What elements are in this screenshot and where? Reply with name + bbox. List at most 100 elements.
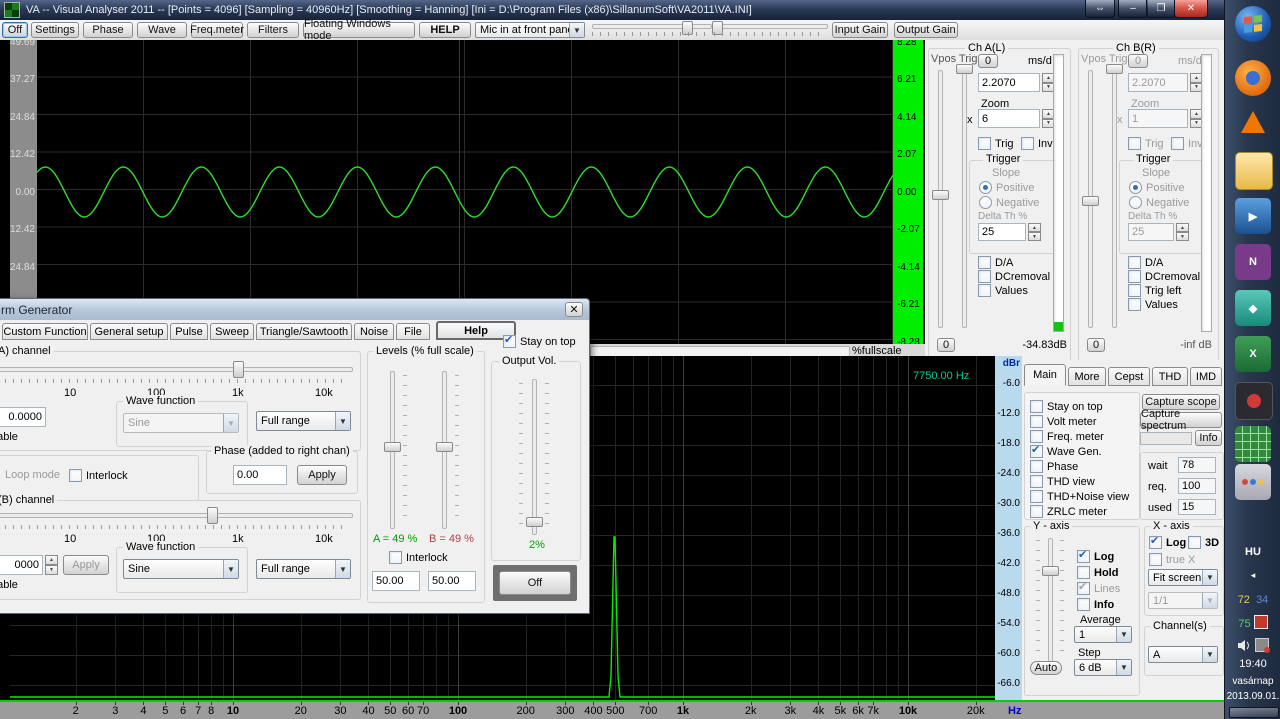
clock-time[interactable]: 19:40 [1225, 658, 1280, 670]
level-reset-button-b[interactable]: 0 [1087, 338, 1105, 352]
language-indicator[interactable]: HU [1225, 546, 1280, 558]
trig-checkbox-b[interactable]: Trig [1128, 137, 1164, 150]
wait-field[interactable]: 78 [1178, 457, 1216, 473]
phase-button[interactable]: Phase [83, 22, 133, 38]
y-info-checkbox[interactable]: Info [1077, 598, 1114, 611]
slope-positive-a[interactable]: Positive [979, 181, 1035, 194]
dcremoval-checkbox-b[interactable]: DCremoval [1128, 270, 1200, 283]
phase-checkbox[interactable]: Phase [1030, 460, 1078, 473]
da-checkbox-b[interactable]: D/A [1128, 256, 1163, 269]
tab-more[interactable]: More [1068, 367, 1106, 386]
values-checkbox-b[interactable]: Values [1128, 298, 1178, 311]
stay-on-top-checkbox[interactable]: Stay on top [1030, 400, 1103, 413]
delta-th-spinner-a[interactable]: ▲▼ [1028, 223, 1041, 241]
freq-slider-b[interactable] [0, 513, 353, 518]
tab-main[interactable]: Main [1024, 364, 1066, 386]
trig-slider-b-thumb[interactable] [1106, 64, 1123, 74]
show-hidden-icons-arrow[interactable]: ◂ [1225, 570, 1280, 581]
fit-screen-select[interactable]: Fit screen▼ [1148, 569, 1218, 586]
paint-icon[interactable] [1235, 464, 1271, 500]
close-button[interactable]: ✕ [1174, 0, 1208, 18]
values-checkbox-a[interactable]: Values [978, 284, 1028, 297]
slope-negative-a[interactable]: Negative [979, 196, 1039, 209]
tab-imd[interactable]: IMD [1190, 367, 1222, 386]
excel-icon[interactable]: X [1235, 336, 1271, 372]
output-vol-slider[interactable] [532, 379, 537, 535]
gen-tab-noise[interactable]: Noise [354, 323, 394, 340]
freq-field-a[interactable]: 0.0000 [0, 407, 46, 427]
loop-interlock-checkbox[interactable]: Interlock [69, 469, 128, 482]
gen-tab-triangle-sawtooth[interactable]: Triangle/Sawtooth [256, 323, 352, 340]
thd-view-checkbox[interactable]: THD view [1030, 475, 1095, 488]
phase-field[interactable]: 0.00 [233, 465, 287, 485]
onenote-icon[interactable]: N [1235, 244, 1271, 280]
inv-checkbox-a[interactable]: Inv [1021, 137, 1053, 150]
level-slider-b-thumb[interactable] [436, 442, 453, 452]
range-select-b[interactable]: Full range▼ [256, 559, 351, 579]
true-x-checkbox[interactable]: true X [1149, 553, 1195, 566]
media-player-icon[interactable]: ▶ [1235, 198, 1271, 234]
delta-th-field-b[interactable]: 25 [1128, 223, 1174, 241]
y-scale-slider-thumb[interactable] [1042, 566, 1059, 576]
gen-tab-general-setup[interactable]: General setup [90, 323, 168, 340]
output-gain-button[interactable]: Output Gain [894, 22, 958, 38]
wave-select-a[interactable]: Sine▼ [123, 413, 239, 433]
minimize-button[interactable]: – [1118, 0, 1148, 18]
x-log-checkbox[interactable]: Log [1149, 536, 1186, 549]
slope-positive-b[interactable]: Positive [1129, 181, 1185, 194]
input-gain-slider[interactable] [592, 24, 712, 29]
slope-negative-b[interactable]: Negative [1129, 196, 1189, 209]
gen-tab-file[interactable]: File [396, 323, 430, 340]
trig-slider-a-thumb[interactable] [956, 64, 973, 74]
y-scale-slider[interactable] [1048, 538, 1053, 664]
floating-windows-button[interactable]: Floating Windows mode [303, 22, 415, 38]
explorer-folder-icon[interactable] [1235, 152, 1273, 190]
zoom-field-b[interactable]: 1 [1128, 109, 1188, 128]
x-3d-checkbox[interactable]: 3D [1188, 536, 1219, 549]
firefox-icon[interactable] [1235, 60, 1271, 96]
freq-slider-a[interactable] [0, 367, 353, 372]
average-select[interactable]: 1▼ [1074, 626, 1132, 643]
level-b-field[interactable]: 50.00 [428, 571, 476, 591]
timediv-field-b[interactable]: 2.2070 [1128, 73, 1188, 92]
freq-apply-button-b[interactable]: Apply [63, 555, 109, 575]
freq-slider-b-thumb[interactable] [207, 507, 218, 524]
tab-cepst[interactable]: Cepst [1108, 367, 1150, 386]
start-button[interactable] [1235, 6, 1271, 42]
output-gain-slider[interactable] [714, 24, 828, 29]
generator-close-button[interactable]: ✕ [565, 302, 583, 317]
vpos-slider-b-thumb[interactable] [1082, 196, 1099, 206]
wave-gen-checkbox[interactable]: Wave Gen. [1030, 445, 1102, 458]
output-vol-slider-thumb[interactable] [526, 517, 543, 527]
maximize-button[interactable]: ❐ [1146, 0, 1176, 18]
auto-button[interactable]: Auto [1030, 661, 1062, 675]
freq-meter-checkbox[interactable]: Freq. meter [1030, 430, 1104, 443]
level-reset-button-a[interactable]: 0 [937, 338, 955, 352]
zrlc-meter-checkbox[interactable]: ZRLC meter [1030, 505, 1107, 518]
settings-button[interactable]: Settings [31, 22, 79, 38]
phase-apply-button[interactable]: Apply [297, 465, 347, 485]
dock-toggle-button[interactable]: ⇔ [1085, 0, 1115, 18]
vpos-slider-a-thumb[interactable] [932, 190, 949, 200]
security-app-icon[interactable] [1235, 382, 1273, 420]
gen-stay-on-top-checkbox[interactable]: Stay on top [503, 335, 576, 348]
y-log-checkbox[interactable]: Log [1077, 550, 1114, 563]
freq-field-b[interactable]: 0000 [0, 555, 43, 575]
level-slider-a-thumb[interactable] [384, 442, 401, 452]
speaker-icon[interactable] [1237, 639, 1251, 655]
trig-left-checkbox-b[interactable]: Trig left [1128, 284, 1181, 297]
ratio-select[interactable]: 1/1▼ [1148, 592, 1218, 609]
wave-button[interactable]: Wave [137, 22, 187, 38]
gen-tab-pulse[interactable]: Pulse [170, 323, 208, 340]
filters-button[interactable]: Filters [247, 22, 299, 38]
hold-checkbox[interactable]: Hold [1077, 566, 1118, 579]
dcremoval-checkbox-a[interactable]: DCremoval [978, 270, 1050, 283]
info-button[interactable]: Info [1195, 430, 1222, 446]
channel-select[interactable]: A▼ [1148, 646, 1218, 663]
input-gain-button[interactable]: Input Gain [832, 22, 888, 38]
inv-checkbox-b[interactable]: Inv [1171, 137, 1203, 150]
delta-th-spinner-b[interactable]: ▲▼ [1176, 223, 1189, 241]
gen-tab-custom-function[interactable]: Custom Function [2, 323, 88, 340]
zoom-field-a[interactable]: 6 [978, 109, 1040, 128]
req-field[interactable]: 100 [1178, 478, 1216, 494]
